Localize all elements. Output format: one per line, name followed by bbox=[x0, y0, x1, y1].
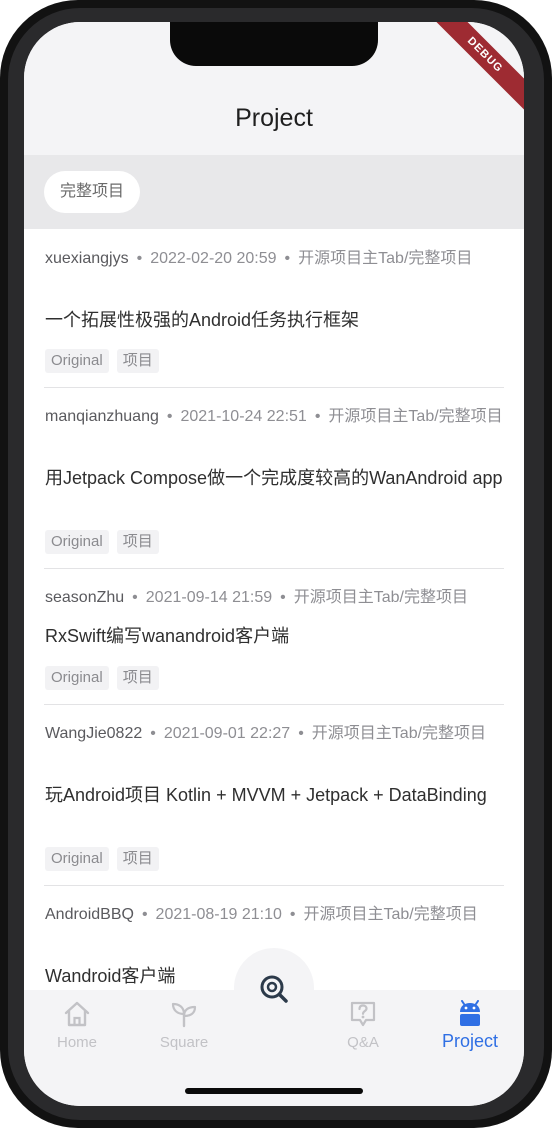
article-author[interactable]: AndroidBBQ bbox=[45, 906, 134, 923]
tag-project[interactable]: 项目 bbox=[116, 666, 159, 690]
article-meta: AndroidBBQ • 2021-08-19 21:10 • 开源项目主Tab/完整项… bbox=[45, 903, 503, 926]
article-date: 2022-02-20 20:59 bbox=[150, 250, 277, 267]
article-title[interactable]: 一个拓展性极强的Android任务执行框架 bbox=[45, 309, 503, 332]
nav-item-qa[interactable]: Q&A bbox=[323, 1000, 403, 1051]
article-category[interactable]: 开源项目主Tab/完整项目 bbox=[294, 589, 468, 606]
meta-separator: • bbox=[166, 408, 173, 425]
home-icon bbox=[64, 1001, 90, 1027]
meta-separator: • bbox=[314, 408, 321, 425]
nav-label-project: Project bbox=[441, 1031, 499, 1051]
article-date: 2021-08-19 21:10 bbox=[155, 906, 282, 923]
list-item[interactable]: manqianzhuang • 2021-10-24 22:51 • 开源项目主Tab/… bbox=[45, 405, 503, 428]
tag-original[interactable]: Original bbox=[45, 666, 109, 690]
list-item[interactable]: seasonZhu • 2021-09-14 21:59 • 开源项目主Tab/完整项目 bbox=[45, 586, 503, 609]
meta-separator: • bbox=[284, 250, 291, 267]
meta-separator: • bbox=[298, 725, 304, 742]
article-author[interactable]: manqianzhuang bbox=[45, 408, 159, 425]
nav-item-project[interactable]: Project bbox=[430, 1000, 510, 1052]
home-indicator[interactable] bbox=[185, 1088, 363, 1094]
tag-project[interactable]: 项目 bbox=[116, 530, 159, 554]
article-tags: Original 项目 bbox=[45, 847, 503, 871]
list-divider bbox=[44, 704, 504, 705]
android-icon bbox=[460, 1000, 480, 1026]
article-tags: Original 项目 bbox=[45, 530, 503, 554]
article-date: 2021-09-01 22:27 bbox=[163, 725, 291, 742]
list-item[interactable]: xuexiangjys • 2022-02-20 20:59 • 开源项目主Tab/完整… bbox=[45, 247, 503, 270]
tag-project[interactable]: 项目 bbox=[116, 349, 159, 373]
list-divider bbox=[44, 885, 504, 886]
list-item[interactable]: WangJie0822 • 2021-09-01 22:27 • 开源项目主Tab/完整… bbox=[45, 722, 503, 745]
nav-label-square: Square bbox=[159, 1034, 209, 1051]
meta-separator: • bbox=[132, 589, 138, 606]
nav-label-qa: Q&A bbox=[347, 1034, 379, 1051]
meta-separator: • bbox=[289, 906, 296, 923]
article-tags: Original 项目 bbox=[45, 666, 503, 690]
question-icon bbox=[350, 1001, 376, 1027]
article-category[interactable]: 开源项目主Tab/完整项目 bbox=[303, 906, 477, 923]
article-category[interactable]: 开源项目主Tab/完整项目 bbox=[298, 250, 472, 267]
article-author[interactable]: xuexiangjys bbox=[45, 250, 129, 267]
tag-project[interactable]: 项目 bbox=[116, 847, 159, 871]
app-screen: Project DEBUG 完整项目 xuexiangjys • 2022-02-2… bbox=[24, 22, 524, 1106]
article-title[interactable]: 玩Android项目 Kotlin + MVVM + Jetpack + Dat… bbox=[45, 784, 503, 807]
article-author[interactable]: WangJie0822 bbox=[45, 725, 142, 742]
category-tab-strip: 完整项目 bbox=[24, 155, 524, 229]
list-divider bbox=[44, 568, 504, 569]
nav-item-square[interactable]: Square bbox=[144, 1000, 224, 1051]
tag-original[interactable]: Original bbox=[45, 349, 109, 373]
meta-separator: • bbox=[141, 906, 148, 923]
article-category[interactable]: 开源项目主Tab/完整项目 bbox=[328, 408, 502, 425]
meta-separator: • bbox=[136, 250, 143, 267]
list-item[interactable]: AndroidBBQ • 2021-08-19 21:10 • 开源项目主Tab/完整项… bbox=[45, 903, 503, 926]
search-icon[interactable] bbox=[258, 973, 290, 1005]
tag-original[interactable]: Original bbox=[45, 530, 109, 554]
article-meta: manqianzhuang • 2021-10-24 22:51 • 开源项目主Tab/… bbox=[45, 405, 503, 428]
tag-original[interactable]: Original bbox=[45, 847, 109, 871]
article-date: 2021-09-14 21:59 bbox=[145, 589, 273, 606]
meta-separator: • bbox=[280, 589, 286, 606]
article-meta: WangJie0822 • 2021-09-01 22:27 • 开源项目主Tab/完整… bbox=[45, 722, 503, 745]
nav-item-home[interactable]: Home bbox=[37, 1000, 117, 1051]
nav-label-home: Home bbox=[56, 1034, 97, 1051]
article-author[interactable]: seasonZhu bbox=[45, 589, 124, 606]
sprout-icon bbox=[171, 1002, 197, 1028]
camera-notch bbox=[170, 22, 378, 66]
article-title[interactable]: 用Jetpack Compose做一个完成度较高的WanAndroid app bbox=[45, 467, 503, 490]
list-divider bbox=[44, 387, 504, 388]
page-title: Project bbox=[235, 104, 313, 132]
category-tab-complete-projects[interactable]: 完整项目 bbox=[44, 171, 141, 213]
article-meta: seasonZhu • 2021-09-14 21:59 • 开源项目主Tab/完整项目 bbox=[45, 586, 503, 609]
meta-separator: • bbox=[150, 725, 156, 742]
article-tags: Original 项目 bbox=[45, 349, 503, 373]
article-date: 2021-10-24 22:51 bbox=[180, 408, 307, 425]
article-meta: xuexiangjys • 2022-02-20 20:59 • 开源项目主Tab/完整… bbox=[45, 247, 503, 270]
article-title[interactable]: RxSwift编写wanandroid客户端 bbox=[45, 625, 503, 648]
article-category[interactable]: 开源项目主Tab/完整项目 bbox=[312, 725, 486, 742]
